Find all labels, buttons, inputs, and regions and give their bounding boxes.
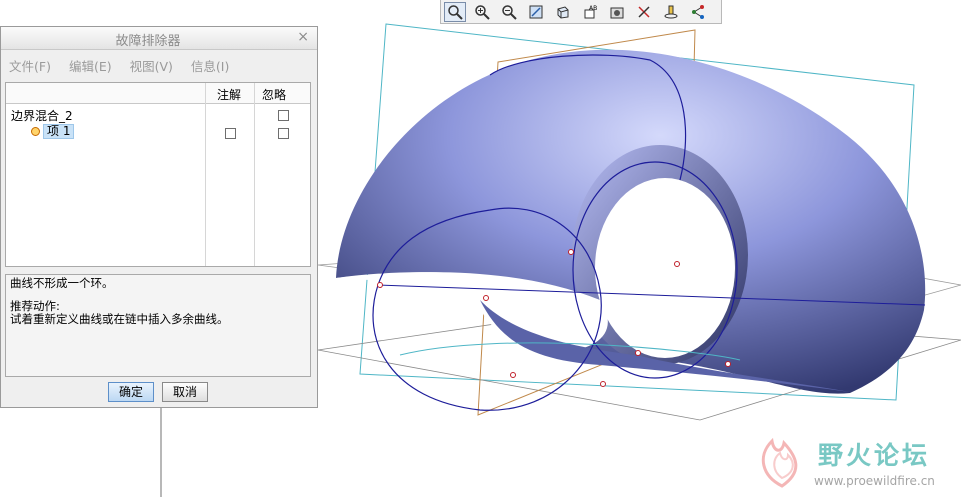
- troubleshooter-dialog: 故障排除器 × 文件(F) 编辑(E) 视图(V) 信息(I) 注解 忽略 边界…: [0, 26, 318, 408]
- shading-icon[interactable]: [606, 2, 628, 22]
- column-ignore-header: 忽略: [262, 88, 287, 102]
- ignore-checkbox-item[interactable]: [278, 128, 289, 139]
- menu-info[interactable]: 信息(I): [191, 56, 229, 75]
- tree-item-label[interactable]: 项 1: [43, 124, 75, 139]
- watermark-title: 野火论坛: [818, 441, 931, 470]
- view-toolbar: AB: [440, 0, 722, 24]
- ok-button[interactable]: 确定: [108, 382, 154, 402]
- zoom-fit-icon[interactable]: [444, 1, 466, 22]
- view-orientation-icon[interactable]: [552, 2, 574, 22]
- note-checkbox-item[interactable]: [225, 128, 236, 139]
- network-icon[interactable]: [687, 2, 709, 22]
- menu-file[interactable]: 文件(F): [9, 56, 51, 75]
- flame-logo-icon: [761, 437, 798, 488]
- menu-edit[interactable]: 编辑(E): [69, 56, 112, 75]
- dialog-menubar: 文件(F) 编辑(E) 视图(V) 信息(I): [1, 52, 317, 78]
- recommend-text: 试着重新定义曲线或在链中插入多余曲线。: [10, 312, 229, 326]
- spin-center-icon[interactable]: [660, 2, 682, 22]
- issue-tree: 注解 忽略 边界混合_2 项 1: [5, 82, 311, 267]
- ignore-checkbox-root[interactable]: [278, 110, 289, 121]
- menu-view[interactable]: 视图(V): [130, 56, 173, 75]
- message-text: 曲线不形成一个环。: [10, 276, 114, 290]
- dialog-title: 故障排除器: [115, 34, 181, 49]
- message-panel: 曲线不形成一个环。 推荐动作: 试着重新定义曲线或在链中插入多余曲线。: [5, 274, 311, 377]
- saved-views-icon[interactable]: AB: [579, 2, 601, 22]
- watermark: 野火论坛 www.proewildfire.cn: [752, 431, 957, 493]
- datum-display-icon[interactable]: [633, 2, 655, 22]
- item-status-icon: [31, 127, 40, 136]
- window-divider: [160, 408, 162, 497]
- tree-header: 注解 忽略: [6, 83, 310, 104]
- svg-text:AB: AB: [589, 5, 597, 12]
- cancel-button[interactable]: 取消: [162, 382, 208, 402]
- zoom-out-icon[interactable]: [498, 2, 520, 22]
- column-note-header: 注解: [217, 88, 242, 102]
- hole-opening: [595, 178, 735, 358]
- watermark-url: www.proewildfire.cn: [814, 474, 935, 488]
- close-icon[interactable]: ×: [297, 29, 309, 45]
- tree-root-label[interactable]: 边界混合_2: [11, 107, 73, 124]
- zoom-in-icon[interactable]: [471, 2, 493, 22]
- refit-icon[interactable]: [525, 2, 547, 22]
- dialog-titlebar: 故障排除器 ×: [1, 27, 317, 50]
